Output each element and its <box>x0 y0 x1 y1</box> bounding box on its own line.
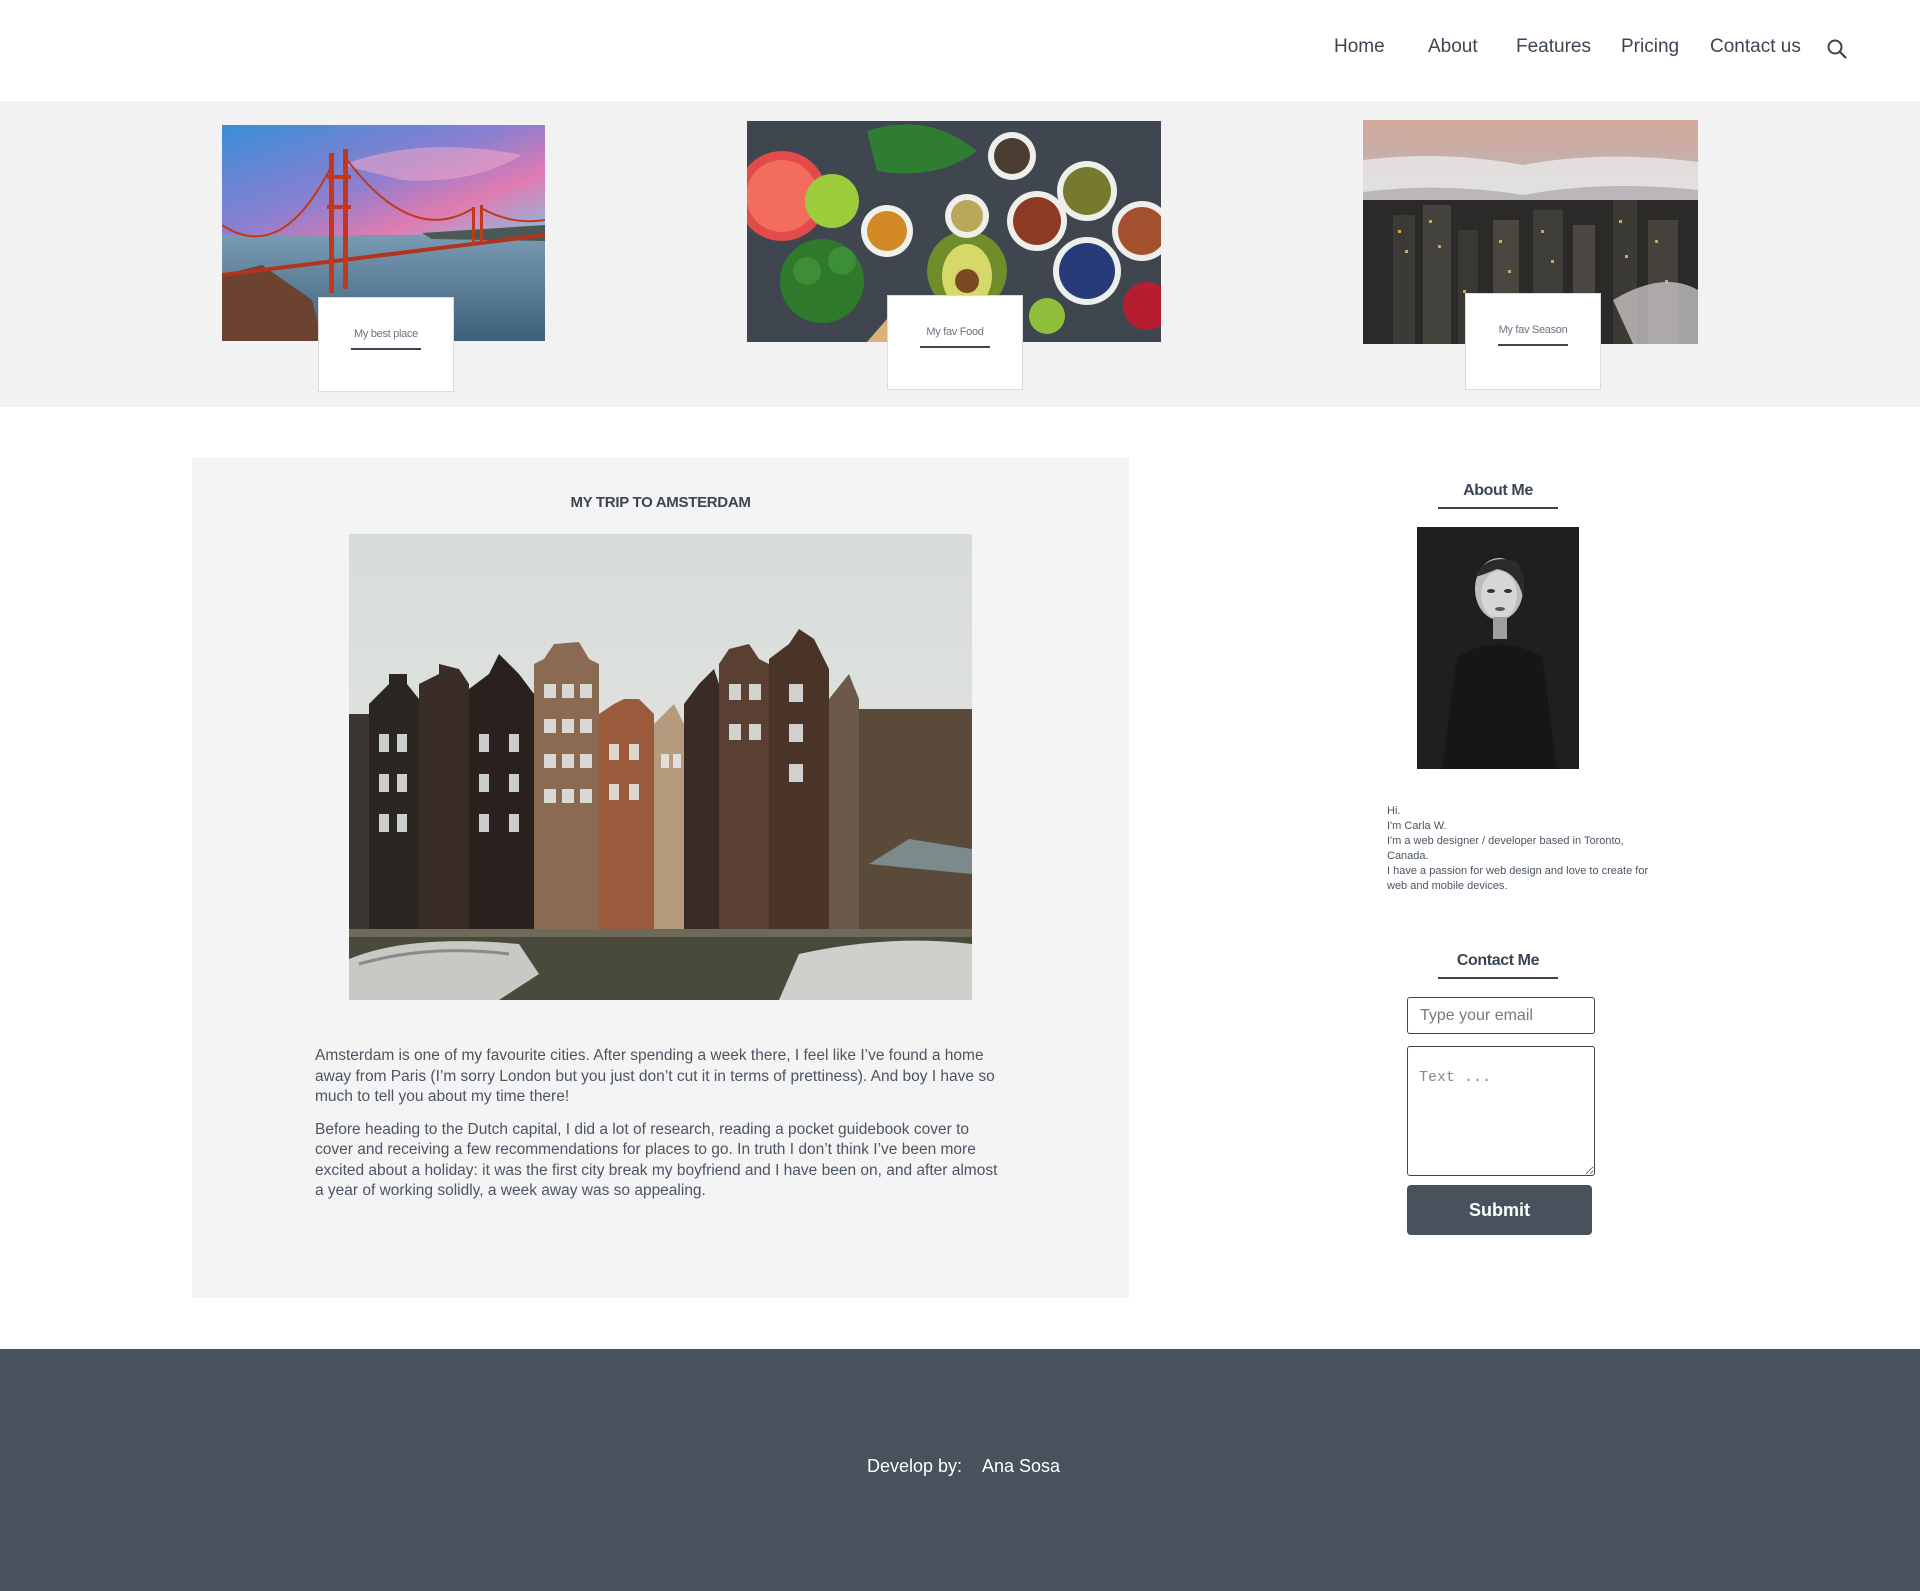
featured-strip: My best place My fav Food My fav Season <box>0 101 1920 407</box>
message-textarea[interactable] <box>1407 1046 1595 1176</box>
bio-line: I'm a web designer / developer based in … <box>1387 835 1624 862</box>
email-field[interactable] <box>1407 997 1595 1034</box>
footer-developer-name: Ana Sosa <box>982 1456 1061 1476</box>
featured-label-text: My best place <box>351 328 421 350</box>
nav-link-pricing[interactable]: Pricing <box>1621 36 1679 62</box>
bio-line: Hi. <box>1387 805 1401 817</box>
submit-button[interactable]: Submit <box>1407 1185 1592 1235</box>
footer-credit-label: Develop by: <box>867 1456 963 1476</box>
bio-line: I'm Carla W. <box>1387 820 1447 832</box>
top-navbar: Home About Features Pricing Contact us <box>0 0 1920 101</box>
featured-card-label-fav-season[interactable]: My fav Season <box>1465 293 1601 390</box>
search-icon[interactable] <box>1826 38 1848 60</box>
portrait-image <box>1417 527 1579 769</box>
article-paragraph: Amsterdam is one of my favourite cities.… <box>315 1047 995 1105</box>
contact-me-heading: Contact Me <box>1438 952 1558 979</box>
article-title: MY TRIP TO AMSTERDAM <box>570 494 751 511</box>
footer: Develop by: Ana Sosa <box>0 1349 1920 1591</box>
article-body: Amsterdam is one of my favourite cities.… <box>315 1046 1005 1214</box>
article-card: MY TRIP TO AMSTERDAM Amsterdam is one of… <box>192 458 1129 1298</box>
bio-line: I have a passion for web design and love… <box>1387 865 1649 892</box>
nav-link-contact-us[interactable]: Contact us <box>1710 36 1801 62</box>
nav-link-home[interactable]: Home <box>1334 36 1385 62</box>
featured-label-text: My fav Season <box>1498 324 1568 346</box>
amsterdam-canal-houses-image <box>349 534 972 1000</box>
about-me-heading: About Me <box>1438 482 1558 509</box>
article-paragraph: Before heading to the Dutch capital, I d… <box>315 1120 998 1200</box>
nav-link-about[interactable]: About <box>1428 36 1478 62</box>
featured-card-label-fav-food[interactable]: My fav Food <box>887 295 1023 390</box>
about-me-bio: Hi. I'm Carla W. I'm a web designer / de… <box>1387 804 1657 894</box>
featured-card-label-best-place[interactable]: My best place <box>318 297 454 392</box>
featured-label-text: My fav Food <box>920 326 990 348</box>
nav-link-features[interactable]: Features <box>1516 36 1591 62</box>
